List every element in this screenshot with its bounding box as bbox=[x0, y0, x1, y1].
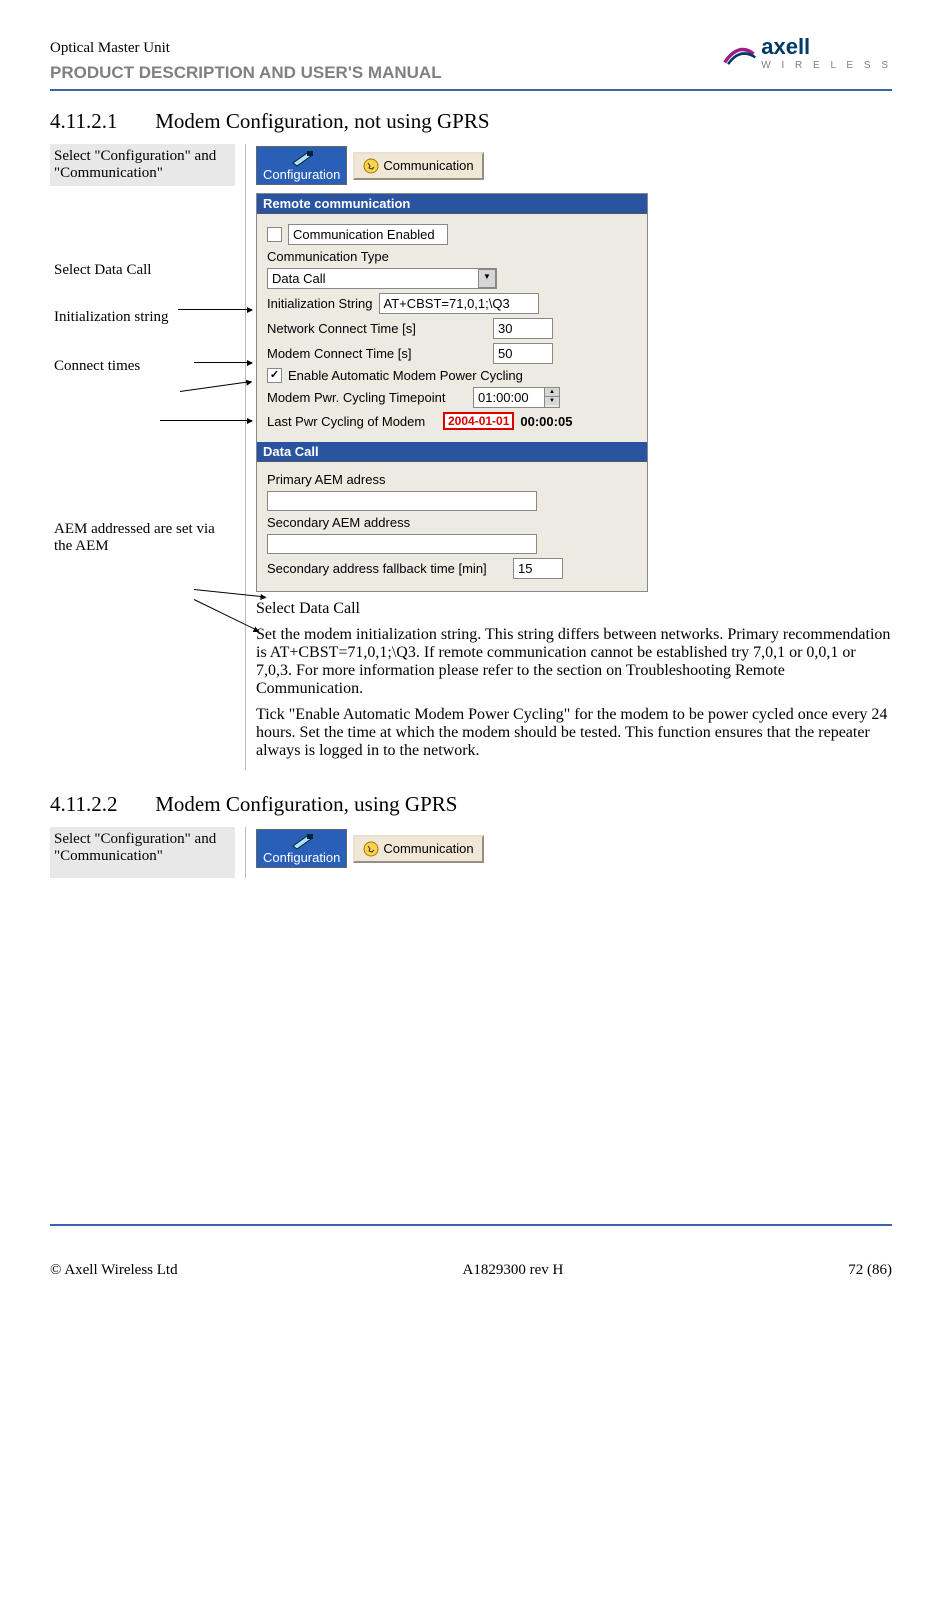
network-connect-field[interactable]: 30 bbox=[493, 318, 553, 339]
fallback-label: Secondary address fallback time [min] bbox=[267, 561, 507, 576]
modem-connect-field[interactable]: 50 bbox=[493, 343, 553, 364]
configuration-button[interactable]: Configuration bbox=[256, 829, 347, 868]
dialog-header-remote: Remote communication bbox=[257, 194, 647, 214]
swoosh-icon bbox=[723, 42, 757, 68]
arrow-icon bbox=[194, 362, 252, 363]
footer-copyright: © Axell Wireless Ltd bbox=[50, 1262, 178, 1279]
primary-aem-field[interactable] bbox=[267, 491, 537, 511]
brand-subtext: W I R E L E S S bbox=[761, 60, 892, 71]
auto-cycling-label: Enable Automatic Modem Power Cycling bbox=[288, 368, 523, 383]
init-string-label: Initialization String bbox=[267, 296, 373, 311]
last-pwr-time: 00:00:05 bbox=[520, 414, 572, 429]
label-connect-times: Connect times bbox=[50, 354, 235, 379]
label-select-datacall: Select Data Call bbox=[50, 258, 235, 283]
body-p3: Tick "Enable Automatic Modem Power Cycli… bbox=[256, 706, 892, 760]
primary-aem-label: Primary AEM adress bbox=[267, 472, 637, 487]
comm-type-select[interactable]: Data Call ▼ bbox=[267, 268, 497, 289]
phone-icon bbox=[363, 841, 379, 857]
communication-button[interactable]: Communication bbox=[353, 152, 483, 180]
comm-type-label: Communication Type bbox=[267, 249, 637, 264]
footer-docnum: A1829300 rev H bbox=[463, 1262, 564, 1279]
configuration-button[interactable]: Configuration bbox=[256, 146, 347, 185]
body-p1: Select Data Call bbox=[256, 600, 892, 618]
step-select-config-2: Select "Configuration" and "Communicatio… bbox=[50, 827, 235, 878]
secondary-aem-label: Secondary AEM address bbox=[267, 515, 637, 530]
secondary-aem-field[interactable] bbox=[267, 534, 537, 554]
dialog-header-datacall: Data Call bbox=[257, 442, 647, 462]
dropdown-arrow-icon: ▼ bbox=[478, 269, 496, 288]
brand-logo: axell W I R E L E S S bbox=[723, 40, 892, 73]
section-heading-1: 4.11.2.1 Modem Configuration, not using … bbox=[50, 109, 892, 134]
footer-rule bbox=[50, 1224, 892, 1226]
auto-cycling-checkbox[interactable]: ✓ bbox=[267, 368, 282, 383]
comm-enabled-checkbox[interactable] bbox=[267, 227, 282, 242]
header-rule bbox=[50, 89, 892, 91]
pwr-timepoint-label: Modem Pwr. Cycling Timepoint bbox=[267, 390, 467, 405]
section-heading-2: 4.11.2.2 Modem Configuration, using GPRS bbox=[50, 792, 892, 817]
network-connect-label: Network Connect Time [s] bbox=[267, 321, 487, 336]
communication-label: Communication bbox=[383, 841, 473, 856]
section-num-1: 4.11.2.1 bbox=[50, 109, 150, 134]
communication-label: Communication bbox=[383, 158, 473, 173]
init-string-field[interactable]: AT+CBST=71,0,1;\Q3 bbox=[379, 293, 539, 314]
configuration-label: Configuration bbox=[263, 167, 340, 182]
section-title-2: Modem Configuration, using GPRS bbox=[155, 792, 457, 816]
section-title-1: Modem Configuration, not using GPRS bbox=[155, 109, 489, 133]
last-pwr-date-overlay: 2004-01-01 bbox=[443, 412, 514, 430]
product-name: Optical Master Unit bbox=[50, 40, 442, 57]
fallback-field[interactable]: 15 bbox=[513, 558, 563, 579]
arrow-icon bbox=[160, 420, 252, 421]
spinner-buttons[interactable]: ▲▼ bbox=[544, 387, 560, 408]
brand-text: axell bbox=[761, 34, 810, 59]
comm-enabled-label: Communication Enabled bbox=[288, 224, 448, 245]
last-pwr-label: Last Pwr Cycling of Modem bbox=[267, 414, 437, 429]
remote-communication-dialog: Remote communication Communication Enabl… bbox=[256, 193, 648, 592]
modem-connect-label: Modem Connect Time [s] bbox=[267, 346, 487, 361]
communication-button[interactable]: Communication bbox=[353, 835, 483, 863]
section-num-2: 4.11.2.2 bbox=[50, 792, 150, 817]
doc-title: PRODUCT DESCRIPTION AND USER'S MANUAL bbox=[50, 63, 442, 83]
body-p2: Set the modem initialization string. Thi… bbox=[256, 626, 892, 698]
step-select-config: Select "Configuration" and "Communicatio… bbox=[50, 144, 235, 186]
arrow-icon bbox=[178, 309, 252, 310]
footer-pagenum: 72 (86) bbox=[848, 1262, 892, 1279]
comm-type-value: Data Call bbox=[272, 271, 325, 286]
label-aem-addresses: AEM addressed are set via the AEM bbox=[50, 517, 235, 559]
phone-icon bbox=[363, 158, 379, 174]
configuration-label: Configuration bbox=[263, 850, 340, 865]
pwr-timepoint-field[interactable]: 01:00:00 bbox=[473, 387, 545, 408]
